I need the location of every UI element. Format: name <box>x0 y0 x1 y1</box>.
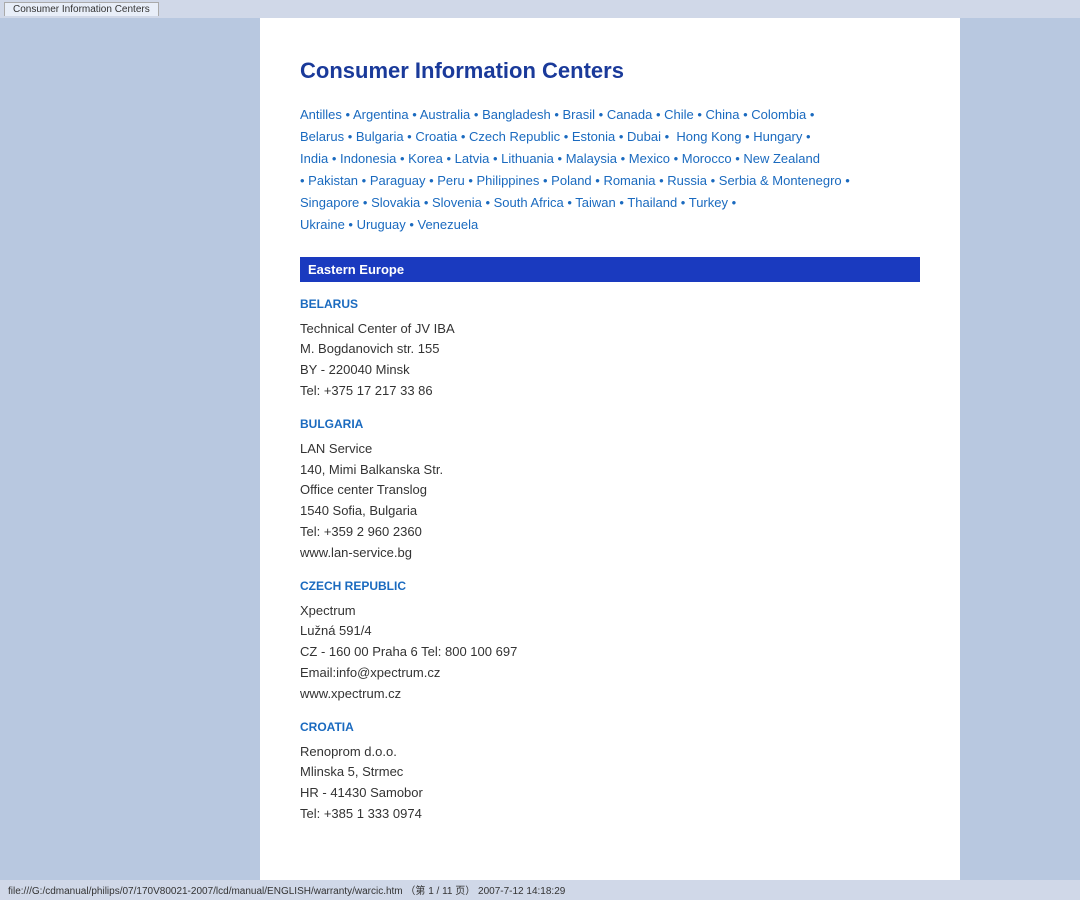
link-latvia[interactable]: Latvia <box>455 151 490 166</box>
country-info-bulgaria: LAN Service 140, Mimi Balkanska Str. Off… <box>300 439 920 564</box>
czech-line-1: Xpectrum <box>300 603 356 618</box>
status-bar-text: file:///G:/cdmanual/philips/07/170V80021… <box>8 882 565 897</box>
czech-line-3: CZ - 160 00 Praha 6 Tel: 800 100 697 <box>300 644 517 659</box>
belarus-line-4: Tel: +375 17 217 33 86 <box>300 383 433 398</box>
croatia-line-1: Renoprom d.o.o. <box>300 744 397 759</box>
link-bulgaria[interactable]: Bulgaria <box>356 129 404 144</box>
page-title: Consumer Information Centers <box>300 58 920 84</box>
link-venezuela[interactable]: Venezuela <box>418 217 479 232</box>
country-name-bulgaria: BULGARIA <box>300 417 920 431</box>
link-peru[interactable]: Peru <box>437 173 464 188</box>
link-thailand[interactable]: Thailand <box>627 195 677 210</box>
browser-tab-bar: Consumer Information Centers <box>0 0 1080 18</box>
link-czech-republic[interactable]: Czech Republic <box>469 129 560 144</box>
bulgaria-line-6: www.lan-service.bg <box>300 545 412 560</box>
czech-line-2: Lužná 591/4 <box>300 623 372 638</box>
link-estonia[interactable]: Estonia <box>572 129 615 144</box>
link-brasil[interactable]: Brasil <box>563 107 596 122</box>
link-antilles[interactable]: Antilles <box>300 107 342 122</box>
link-serbia-montenegro[interactable]: Serbia & Montenegro <box>719 173 842 188</box>
czech-line-4: Email:info@xpectrum.cz <box>300 665 440 680</box>
status-bar: file:///G:/cdmanual/philips/07/170V80021… <box>0 880 1080 900</box>
bulgaria-line-2: 140, Mimi Balkanska Str. <box>300 462 443 477</box>
link-china[interactable]: China <box>706 107 740 122</box>
bulgaria-line-1: LAN Service <box>300 441 372 456</box>
link-hong-kong[interactable]: Hong Kong <box>676 129 741 144</box>
croatia-line-3: HR - 41430 Samobor <box>300 785 423 800</box>
country-name-czech-republic: CZECH REPUBLIC <box>300 579 920 593</box>
link-uruguay[interactable]: Uruguay <box>357 217 406 232</box>
belarus-line-1: Technical Center of JV IBA <box>300 321 455 336</box>
link-colombia[interactable]: Colombia <box>751 107 806 122</box>
belarus-line-2: M. Bogdanovich str. 155 <box>300 341 439 356</box>
link-australia[interactable]: Australia <box>420 107 471 122</box>
link-morocco[interactable]: Morocco <box>682 151 732 166</box>
link-canada[interactable]: Canada <box>607 107 653 122</box>
country-info-belarus: Technical Center of JV IBA M. Bogdanovic… <box>300 319 920 402</box>
eastern-europe-header: Eastern Europe <box>300 257 920 282</box>
link-south-africa[interactable]: South Africa <box>494 195 564 210</box>
link-new-zealand[interactable]: New Zealand <box>743 151 820 166</box>
link-belarus[interactable]: Belarus <box>300 129 344 144</box>
link-dubai[interactable]: Dubai <box>627 129 661 144</box>
link-korea[interactable]: Korea <box>408 151 443 166</box>
main-layout: Consumer Information Centers Antilles • … <box>0 18 1080 880</box>
link-paraguay[interactable]: Paraguay <box>370 173 426 188</box>
link-argentina[interactable]: Argentina <box>353 107 409 122</box>
content-area: Consumer Information Centers Antilles • … <box>260 18 960 880</box>
link-mexico[interactable]: Mexico <box>629 151 670 166</box>
croatia-line-4: Tel: +385 1 333 0974 <box>300 806 422 821</box>
link-ukraine[interactable]: Ukraine <box>300 217 345 232</box>
link-slovakia[interactable]: Slovakia <box>371 195 420 210</box>
czech-line-5: www.xpectrum.cz <box>300 686 401 701</box>
country-name-croatia: CROATIA <box>300 720 920 734</box>
bulgaria-line-4: 1540 Sofia, Bulgaria <box>300 503 417 518</box>
link-slovenia[interactable]: Slovenia <box>432 195 482 210</box>
link-singapore[interactable]: Singapore <box>300 195 359 210</box>
link-bangladesh[interactable]: Bangladesh <box>482 107 551 122</box>
country-info-croatia: Renoprom d.o.o. Mlinska 5, Strmec HR - 4… <box>300 742 920 825</box>
link-philippines[interactable]: Philippines <box>477 173 540 188</box>
link-turkey[interactable]: Turkey <box>689 195 728 210</box>
croatia-line-2: Mlinska 5, Strmec <box>300 764 403 779</box>
link-india[interactable]: India <box>300 151 328 166</box>
link-croatia[interactable]: Croatia <box>415 129 457 144</box>
link-hungary[interactable]: Hungary <box>753 129 802 144</box>
link-romania[interactable]: Romania <box>603 173 655 188</box>
link-malaysia[interactable]: Malaysia <box>566 151 617 166</box>
country-info-czech-republic: Xpectrum Lužná 591/4 CZ - 160 00 Praha 6… <box>300 601 920 705</box>
link-russia[interactable]: Russia <box>667 173 707 188</box>
link-chile[interactable]: Chile <box>664 107 694 122</box>
link-lithuania[interactable]: Lithuania <box>501 151 554 166</box>
links-section: Antilles • Argentina • Australia • Bangl… <box>300 104 920 237</box>
belarus-line-3: BY - 220040 Minsk <box>300 362 410 377</box>
bulgaria-line-5: Tel: +359 2 960 2360 <box>300 524 422 539</box>
browser-tab[interactable]: Consumer Information Centers <box>4 2 159 16</box>
bulgaria-line-3: Office center Translog <box>300 482 427 497</box>
link-taiwan[interactable]: Taiwan <box>575 195 615 210</box>
right-sidebar <box>960 18 1080 880</box>
left-sidebar <box>0 18 260 880</box>
link-pakistan[interactable]: Pakistan <box>308 173 358 188</box>
link-poland[interactable]: Poland <box>551 173 591 188</box>
country-name-belarus: BELARUS <box>300 297 920 311</box>
link-indonesia[interactable]: Indonesia <box>340 151 396 166</box>
